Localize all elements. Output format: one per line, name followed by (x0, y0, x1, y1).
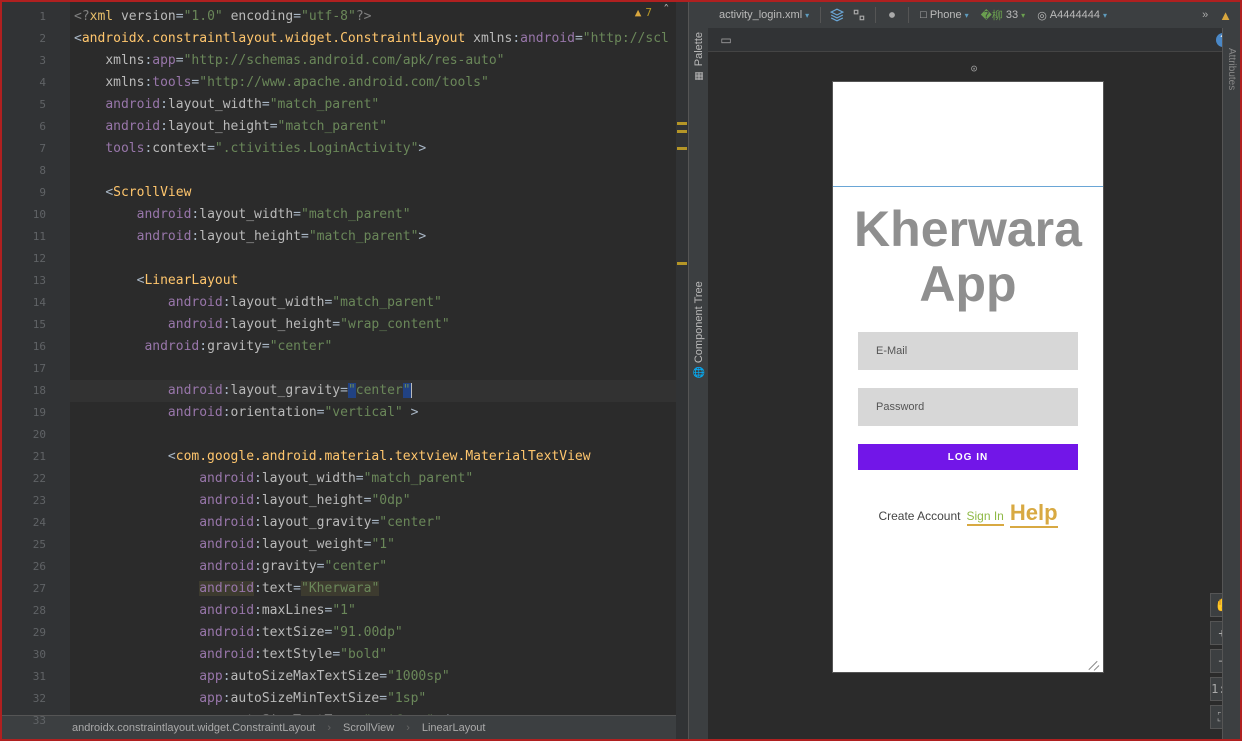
file-dropdown[interactable]: activity_login.xml▾ (716, 9, 812, 21)
code-editor-pane: 123456789101112131415161718💡192021222324… (2, 2, 688, 739)
design-canvas[interactable]: ⊙ Kherwara App E-Mail Password LOG IN Cr… (708, 52, 1240, 739)
links-row: Create Account Sign In Help (858, 500, 1078, 528)
component-tree-tab[interactable]: 🌐Component Tree (693, 281, 705, 379)
layers-icon[interactable] (829, 7, 845, 23)
side-tool-tabs: ▦Palette 🌐Component Tree (688, 2, 708, 739)
error-stripe[interactable] (676, 2, 688, 739)
select-tool-icon[interactable]: ▭ (718, 32, 734, 48)
line-gutter[interactable]: 123456789101112131415161718💡192021222324… (2, 2, 56, 715)
right-toolstrip: Attributes (1222, 28, 1240, 739)
breadcrumb[interactable]: androidx.constraintlayout.widget.Constra… (2, 715, 688, 739)
code-area[interactable]: <?xml version="1.0" encoding="utf-8"?><a… (70, 2, 688, 715)
design-pane: activity_login.xml▾ □Phone▾ �柳33▾ ◎A4444… (708, 2, 1240, 739)
palette-tab[interactable]: ▦Palette (693, 32, 705, 81)
inspection-summary[interactable]: ▲7 (635, 6, 652, 19)
create-account-link[interactable]: Create Account (878, 509, 960, 523)
breadcrumb-item[interactable]: LinearLayout (416, 722, 492, 734)
design-toolbar: activity_login.xml▾ □Phone▾ �柳33▾ ◎A4444… (708, 2, 1240, 28)
night-icon[interactable] (884, 7, 900, 23)
breadcrumb-item[interactable]: ScrollView (337, 722, 400, 734)
title-textview[interactable]: Kherwara App (833, 82, 1103, 312)
email-field[interactable]: E-Mail (858, 332, 1078, 370)
theme-dropdown[interactable]: ◎A4444444▾ (1034, 9, 1110, 22)
fold-column[interactable] (56, 2, 70, 715)
resize-handle[interactable] (1083, 652, 1099, 668)
breadcrumb-item[interactable]: androidx.constraintlayout.widget.Constra… (66, 722, 321, 734)
blueprint-guide (833, 186, 1103, 187)
password-field[interactable]: Password (858, 388, 1078, 426)
attributes-tab[interactable]: Attributes (1226, 48, 1237, 90)
login-button[interactable]: LOG IN (858, 444, 1078, 470)
more-icon[interactable]: » (1197, 7, 1213, 23)
nav-up-icon[interactable]: ˆ (662, 4, 670, 19)
warning-icon[interactable]: ▲ (1219, 8, 1232, 23)
device-frame[interactable]: Kherwara App E-Mail Password LOG IN Crea… (833, 82, 1103, 672)
orientation-icon[interactable] (851, 7, 867, 23)
api-dropdown[interactable]: �柳33▾ (978, 7, 1029, 23)
pin-icon[interactable]: ⊙ (971, 62, 978, 75)
design-subbar: ▭ ? (708, 28, 1240, 52)
signin-link[interactable]: Sign In (967, 509, 1004, 526)
device-dropdown[interactable]: □Phone▾ (917, 9, 971, 21)
help-link[interactable]: Help (1010, 500, 1058, 528)
